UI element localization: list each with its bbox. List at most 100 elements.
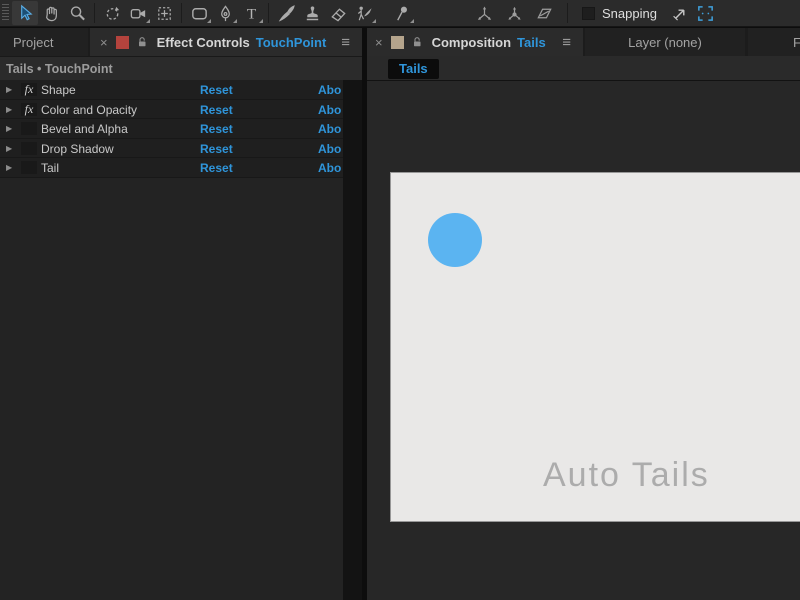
effect-row-color-opacity[interactable]: ▶ fx Color and Opacity Reset Abo xyxy=(0,99,343,120)
magnifier-icon xyxy=(70,5,85,20)
view-axis-mode-button[interactable] xyxy=(531,1,557,25)
tab-project-label: Project xyxy=(13,34,54,50)
pen-tool-button[interactable] xyxy=(212,1,238,25)
selection-tool-button[interactable] xyxy=(12,1,38,25)
shape-tool-button[interactable] xyxy=(186,1,212,25)
effect-row-bevel-alpha[interactable]: ▶ Bevel and Alpha Reset Abo xyxy=(0,119,343,139)
zoom-tool-button[interactable] xyxy=(64,1,90,25)
rotation-icon xyxy=(106,6,119,20)
composition-canvas[interactable]: Auto Tails xyxy=(391,173,800,521)
eraser-tool-button[interactable] xyxy=(325,1,351,25)
world-axis-mode-button[interactable] xyxy=(501,1,527,25)
right-tabbar: × Composition Tails ≡ Layer (none) F xyxy=(367,28,800,56)
hand-tool-button[interactable] xyxy=(38,1,64,25)
puppet-pin-tool-button[interactable] xyxy=(389,1,415,25)
effect-row-tail[interactable]: ▶ Tail Reset Abo xyxy=(0,158,343,178)
eraser-icon xyxy=(330,7,346,21)
toolbar-separator xyxy=(268,3,269,23)
unlock-icon[interactable] xyxy=(411,36,423,48)
brush-tool-button[interactable] xyxy=(273,1,299,25)
composition-panel: × Composition Tails ≡ Layer (none) F Tai… xyxy=(367,28,800,600)
effect-name: Tail xyxy=(41,161,60,176)
fx-toggle[interactable] xyxy=(21,161,37,175)
roto-brush-icon xyxy=(357,6,372,20)
brush-icon xyxy=(278,4,295,22)
about-link[interactable]: Abo xyxy=(318,83,341,97)
unlock-icon[interactable] xyxy=(136,36,148,48)
type-tool-button[interactable]: T xyxy=(238,1,264,25)
pan-behind-tool-button[interactable] xyxy=(151,1,177,25)
about-link[interactable]: Abo xyxy=(318,142,341,156)
corner-brackets-icon xyxy=(698,5,714,21)
blue-circle-layer[interactable] xyxy=(428,213,482,267)
expand-triangle-icon[interactable]: ▶ xyxy=(6,144,12,153)
fx-toggle[interactable] xyxy=(21,141,37,155)
tab-project[interactable]: Project xyxy=(0,28,88,56)
about-link[interactable]: Abo xyxy=(318,161,341,175)
effect-name: Bevel and Alpha xyxy=(41,122,128,137)
effect-controls-panel: Project × Effect Controls TouchPoint ≡ T… xyxy=(0,28,362,600)
tab-target-name: Tails xyxy=(517,34,546,50)
expand-triangle-icon[interactable]: ▶ xyxy=(6,85,12,94)
snapping-label: Snapping xyxy=(602,5,657,21)
tab-composition[interactable]: × Composition Tails ≡ xyxy=(367,28,583,56)
fx-toggle[interactable] xyxy=(21,122,37,136)
scrollbar-gutter[interactable] xyxy=(343,80,362,600)
about-link[interactable]: Abo xyxy=(318,122,341,136)
rotation-tool-button[interactable] xyxy=(99,1,125,25)
composition-breadcrumb[interactable]: Tails xyxy=(388,59,439,79)
roto-brush-tool-button[interactable] xyxy=(351,1,377,25)
canvas-text: Auto Tails xyxy=(543,456,710,494)
camera-icon xyxy=(130,8,145,18)
left-tabbar: Project × Effect Controls TouchPoint ≡ xyxy=(0,28,362,56)
toolbar: T Snapping xyxy=(0,0,800,27)
reset-link[interactable]: Reset xyxy=(200,103,233,117)
tab-footage-partial[interactable]: F xyxy=(748,28,800,56)
reset-link[interactable]: Reset xyxy=(200,161,233,175)
close-icon[interactable]: × xyxy=(375,35,383,50)
about-link[interactable]: Abo xyxy=(318,103,341,117)
local-axis-icon xyxy=(477,5,491,20)
region-of-interest-button[interactable] xyxy=(693,1,719,25)
stamp-icon xyxy=(306,5,318,20)
panel-menu-icon[interactable]: ≡ xyxy=(562,34,583,51)
expand-triangle-icon[interactable]: ▶ xyxy=(6,124,12,133)
fx-toggle[interactable]: fx xyxy=(21,102,37,116)
composition-viewport[interactable]: Auto Tails xyxy=(367,82,800,600)
reset-link[interactable]: Reset xyxy=(200,142,233,156)
snap-to-button[interactable] xyxy=(667,1,693,25)
panel-color-swatch xyxy=(390,35,404,49)
stamp-tool-button[interactable] xyxy=(299,1,325,25)
reset-link[interactable]: Reset xyxy=(200,83,233,97)
composition-navigator-bar: Tails xyxy=(367,56,800,81)
type-icon: T xyxy=(246,5,256,22)
toolbar-grip[interactable] xyxy=(2,4,9,22)
effect-row-drop-shadow[interactable]: ▶ Drop Shadow Reset Abo xyxy=(0,138,343,159)
tab-layer[interactable]: Layer (none) xyxy=(585,28,745,56)
camera-tool-button[interactable] xyxy=(125,1,151,25)
effect-name: Color and Opacity xyxy=(41,102,138,117)
panel-color-swatch xyxy=(115,35,129,49)
hand-icon xyxy=(45,6,57,21)
toolbar-separator xyxy=(181,3,182,23)
snapping-checkbox[interactable] xyxy=(582,6,595,20)
panel-menu-icon[interactable]: ≡ xyxy=(341,34,362,51)
rounded-rect-icon xyxy=(191,7,207,19)
expand-triangle-icon[interactable]: ▶ xyxy=(6,105,12,114)
effect-list: ▶ fx Shape Reset Abo ▶ fx Color and Opac… xyxy=(0,80,343,178)
expand-triangle-icon[interactable]: ▶ xyxy=(6,163,12,172)
tab-layer-label: Layer (none) xyxy=(628,34,702,50)
tab-effect-controls[interactable]: × Effect Controls TouchPoint ≡ xyxy=(90,28,362,56)
effect-row-shape[interactable]: ▶ fx Shape Reset Abo xyxy=(0,80,343,100)
reset-link[interactable]: Reset xyxy=(200,122,233,136)
snap-arrow-icon xyxy=(673,8,685,21)
local-axis-mode-button[interactable] xyxy=(471,1,497,25)
tab-title: Effect Controls xyxy=(156,34,250,50)
puppet-pin-icon xyxy=(396,6,407,20)
effect-controls-breadcrumb: Tails • TouchPoint xyxy=(0,56,362,80)
svg-text:T: T xyxy=(246,5,256,22)
tab-title: Composition xyxy=(431,34,512,50)
fx-toggle[interactable]: fx xyxy=(21,83,37,96)
effect-name: Shape xyxy=(41,83,76,97)
close-icon[interactable]: × xyxy=(100,35,108,50)
